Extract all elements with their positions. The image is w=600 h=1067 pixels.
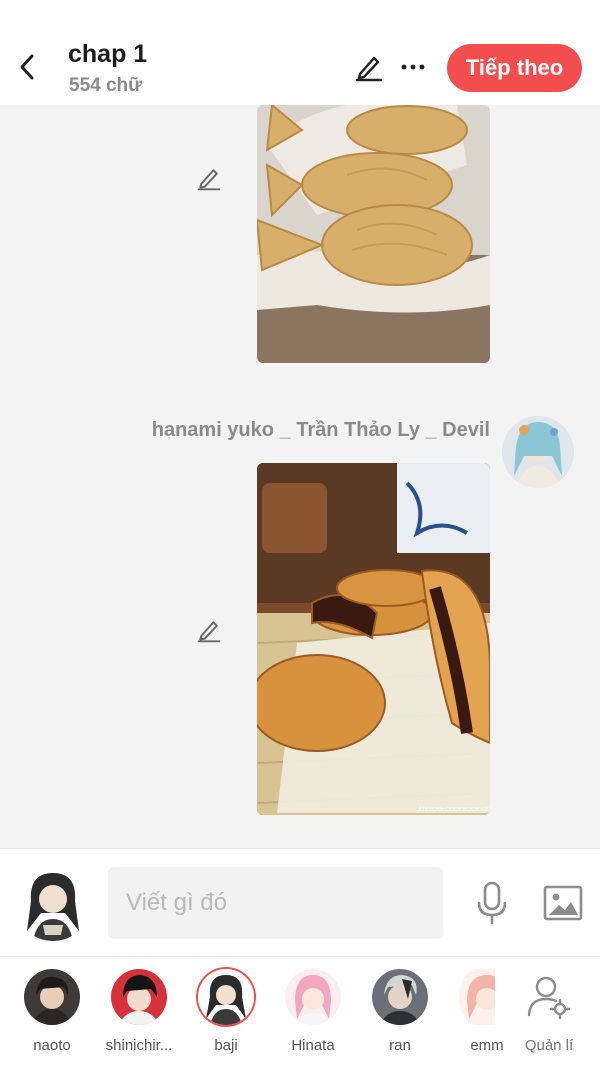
voice-button[interactable] xyxy=(470,879,514,927)
character-bar: naoto shinichir... baji Hinata ran emm Q… xyxy=(0,957,600,1067)
pencil-icon xyxy=(197,621,221,643)
insert-image-button[interactable] xyxy=(540,881,586,925)
sender-avatar[interactable] xyxy=(502,416,574,488)
avatar xyxy=(285,969,341,1025)
character-item-emm[interactable]: emm xyxy=(447,969,503,1059)
character-item-shinichiro[interactable]: shinichir... xyxy=(99,969,179,1059)
avatar xyxy=(24,969,80,1025)
current-character-avatar[interactable] xyxy=(15,865,91,941)
manage-label: Quản lí xyxy=(524,1037,574,1054)
chapter-title: chap 1 xyxy=(68,40,148,68)
message-input[interactable] xyxy=(108,867,443,939)
more-icon xyxy=(401,64,425,70)
chat-area[interactable]: hanami yuko _ Trần Thảo Ly _ Devil JUSTO… xyxy=(0,105,600,848)
word-count: 554 chữ xyxy=(69,75,142,96)
back-arrow-icon xyxy=(20,54,34,80)
dorayaki-photo: JUSTONECOOKBOOK.COM xyxy=(257,463,490,815)
user-settings-icon xyxy=(527,976,571,1019)
avatar xyxy=(198,969,254,1025)
sender-name[interactable]: hanami yuko _ Trần Thảo Ly _ Devil xyxy=(152,419,490,442)
edit-message-button[interactable] xyxy=(194,163,224,193)
edit-button[interactable] xyxy=(352,50,386,84)
svg-text:JUSTONECOOKBOOK.COM: JUSTONECOOKBOOK.COM xyxy=(417,807,490,813)
image-message[interactable] xyxy=(257,105,490,363)
header-bar: chap 1 554 chữ Tiếp theo xyxy=(0,0,600,105)
character-name: baji xyxy=(214,1037,238,1054)
avatar-image xyxy=(502,416,574,488)
pencil-icon xyxy=(197,169,221,191)
character-item-baji[interactable]: baji xyxy=(186,969,266,1059)
microphone-icon xyxy=(477,881,507,925)
manage-characters-button[interactable]: Quản lí xyxy=(514,969,584,1059)
character-name: shinichir... xyxy=(105,1037,173,1054)
character-name: emm xyxy=(470,1037,503,1054)
avatar xyxy=(111,969,167,1025)
avatar xyxy=(372,969,428,1025)
next-button[interactable]: Tiếp theo xyxy=(447,44,582,92)
character-item-hinata[interactable]: Hinata xyxy=(273,969,353,1059)
message-input-container[interactable] xyxy=(108,867,443,939)
avatar xyxy=(459,969,495,1025)
character-name: naoto xyxy=(33,1037,71,1054)
image-message[interactable]: JUSTONECOOKBOOK.COM xyxy=(257,463,490,815)
avatar-image xyxy=(15,865,91,941)
composer-bar xyxy=(0,848,600,957)
more-button[interactable] xyxy=(398,50,428,84)
character-name: ran xyxy=(389,1037,411,1054)
character-item-naoto[interactable]: naoto xyxy=(12,969,92,1059)
back-button[interactable] xyxy=(10,50,44,84)
character-item-ran[interactable]: ran xyxy=(360,969,440,1059)
edit-message-button[interactable] xyxy=(194,615,224,645)
taiyaki-photo xyxy=(257,105,490,363)
pencil-icon xyxy=(355,56,383,82)
image-icon xyxy=(543,885,583,921)
character-name: Hinata xyxy=(291,1037,335,1054)
